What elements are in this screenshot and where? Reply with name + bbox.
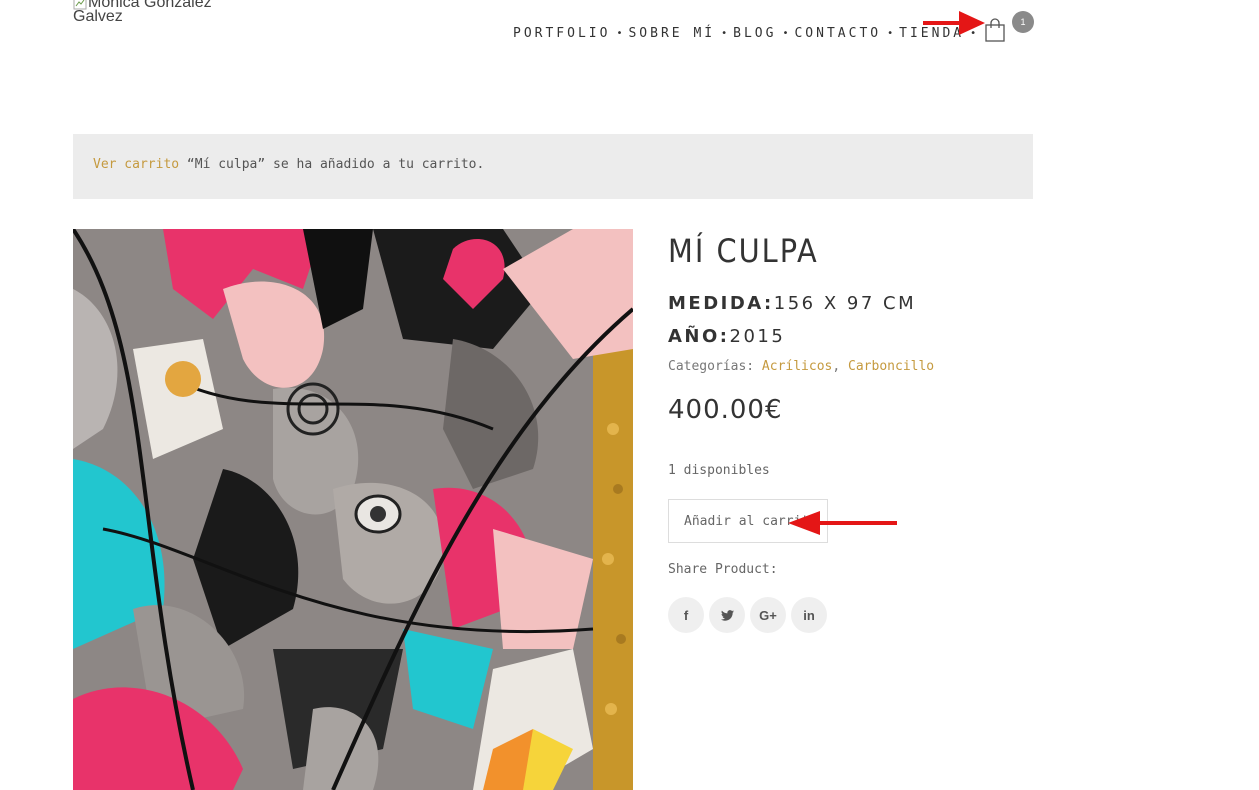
twitter-bird-icon (720, 609, 734, 621)
product-title: MÍ CULPA (668, 232, 819, 270)
google-plus-glyph: G+ (759, 607, 777, 623)
shopping-bag-icon[interactable] (984, 17, 1006, 43)
google-plus-icon[interactable]: G+ (750, 597, 786, 633)
view-cart-link[interactable]: Ver carrito (93, 157, 179, 172)
nav-contacto[interactable]: CONTACTO (794, 26, 881, 41)
cart-count-badge[interactable]: 1 (1012, 11, 1034, 33)
measure-value: 156 X 97 CM (773, 293, 917, 314)
twitter-icon[interactable] (709, 597, 745, 633)
category-link-acrilicos[interactable]: Acrílicos (762, 359, 832, 374)
product-categories: Categorías: Acrílicos, Carboncillo (668, 359, 934, 374)
categories-label: Categorías: (668, 359, 755, 374)
logo-alt-text: Monica Gonzalez Galvez (73, 0, 212, 25)
nav-separator: • (887, 28, 894, 39)
measure-label: MEDIDA: (668, 293, 774, 314)
year-label: AÑO: (668, 326, 730, 347)
stock-status: 1 disponibles (668, 463, 770, 478)
social-share-buttons: f G+ in (668, 597, 832, 633)
product-year: AÑO:2015 (668, 326, 785, 347)
nav-separator: • (782, 28, 789, 39)
notice-message: “Mí culpa” se ha añadido a tu carrito. (179, 157, 485, 172)
nav-sobre-mi[interactable]: SOBRE MÍ (628, 26, 715, 41)
main-nav: PORTFOLIO • SOBRE MÍ • BLOG • CONTACTO •… (513, 26, 982, 41)
share-label: Share Product: (668, 562, 778, 577)
linkedin-icon[interactable]: in (791, 597, 827, 633)
facebook-icon[interactable]: f (668, 597, 704, 633)
product-price: 400.00€ (668, 395, 783, 425)
red-arrow-icon (788, 511, 897, 535)
product-measure: MEDIDA:156 X 97 CM (668, 293, 916, 314)
nav-separator: • (721, 28, 728, 39)
facebook-glyph: f (683, 607, 689, 623)
nav-portfolio[interactable]: PORTFOLIO (513, 26, 610, 41)
cart-notice: Ver carrito “Mí culpa” se ha añadido a t… (73, 134, 1033, 199)
category-link-carboncillo[interactable]: Carboncillo (848, 359, 934, 374)
site-logo[interactable]: Monica Gonzalez Galvez (73, 0, 233, 25)
nav-blog[interactable]: BLOG (733, 26, 776, 41)
nav-separator: • (616, 28, 623, 39)
year-value: 2015 (729, 326, 786, 347)
category-separator: , (832, 359, 849, 374)
linkedin-glyph: in (803, 607, 815, 623)
product-image[interactable] (73, 229, 633, 790)
red-arrow-icon (923, 11, 985, 35)
